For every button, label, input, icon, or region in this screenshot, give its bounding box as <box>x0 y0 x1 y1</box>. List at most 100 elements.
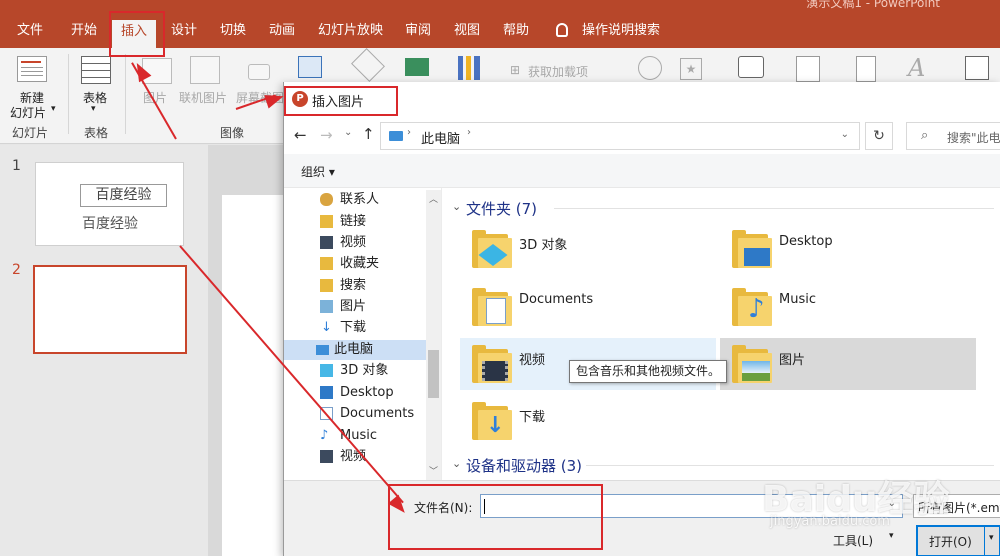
split-divider <box>984 525 985 556</box>
chevron-down-icon[interactable]: ⌄ <box>841 129 849 140</box>
tooltip: 包含音乐和其他视频文件。 <box>569 360 728 383</box>
separator <box>68 54 69 134</box>
shapes-icon[interactable] <box>351 48 385 82</box>
collapse-icon[interactable]: ⌄ <box>452 200 461 213</box>
tab-home[interactable]: 开始 <box>71 12 97 48</box>
tab-animations[interactable]: 动画 <box>269 12 295 48</box>
folder-documents[interactable]: Documents <box>519 292 593 307</box>
chevron-down-icon[interactable]: ▾ <box>889 531 894 541</box>
link-icon[interactable] <box>638 56 662 80</box>
video-icon <box>320 236 333 249</box>
window-title: 演示文稿1 - PowerPoint <box>806 0 940 10</box>
section-folders[interactable]: 文件夹 (7) <box>466 198 537 219</box>
folder-downloads-icon[interactable]: ↓ <box>472 402 512 440</box>
addins-icon[interactable]: ⊞ <box>510 63 520 77</box>
star-folder-icon <box>320 257 333 270</box>
forward-arrow-icon[interactable]: → <box>320 126 333 144</box>
video-icon <box>320 450 333 463</box>
chevron-right-icon: › <box>407 127 411 138</box>
folder-desktop[interactable]: Desktop <box>779 234 833 249</box>
tab-view[interactable]: 视图 <box>454 12 480 48</box>
chevron-down-icon[interactable]: ▾ <box>51 104 56 114</box>
navigation-pane: 联系人 链接 视频 收藏夹 搜索 图片 ↓ 下载 此电脑 3D 对象 Deskto… <box>284 188 442 480</box>
recent-locations-icon[interactable]: ⌄ <box>344 127 352 138</box>
open-button[interactable]: 打开(O) ▾ <box>916 525 1000 556</box>
tools-button[interactable]: 工具(L) <box>833 532 873 549</box>
annotation-box-insert-tab <box>109 11 165 57</box>
watermark-url: jingyan.baidu.com <box>770 514 890 529</box>
slide-number-2: 2 <box>12 262 21 278</box>
back-arrow-icon[interactable]: ← <box>294 126 307 144</box>
address-row: ← → ⌄ ↑ › 此电脑 › ⌄ ↻ ⌕ 搜索"此电脑" <box>284 118 1000 154</box>
folder-pictures[interactable]: 图片 <box>779 349 805 368</box>
scroll-thumb[interactable] <box>428 350 439 398</box>
refresh-icon[interactable]: ↻ <box>865 122 893 150</box>
open-button-label: 打开(O) <box>929 535 972 549</box>
online-picture-icon[interactable] <box>190 56 220 84</box>
section-devices[interactable]: 设备和驱动器 (3) <box>466 455 582 476</box>
wordart-icon[interactable]: A <box>908 54 932 82</box>
tab-transitions[interactable]: 切换 <box>220 12 246 48</box>
folder-3d-objects[interactable]: 3D 对象 <box>519 234 567 253</box>
cube-icon <box>320 364 333 377</box>
folder-music[interactable]: Music <box>779 292 816 307</box>
collapse-icon[interactable]: ⌄ <box>452 457 461 470</box>
slide-canvas[interactable] <box>222 195 292 556</box>
contacts-icon <box>320 193 333 206</box>
header-footer-icon[interactable] <box>856 56 876 82</box>
section-divider <box>554 208 994 209</box>
tab-review[interactable]: 审阅 <box>405 12 431 48</box>
photo-album-icon[interactable] <box>298 56 322 78</box>
smartart-icon[interactable] <box>405 58 429 76</box>
folder-icon <box>320 215 333 228</box>
up-arrow-icon[interactable]: ↑ <box>362 125 375 143</box>
search-folder-icon <box>320 279 333 292</box>
computer-icon <box>389 131 403 141</box>
tab-help[interactable]: 帮助 <box>503 12 529 48</box>
folder-downloads[interactable]: 下载 <box>519 406 545 425</box>
new-slide-icon[interactable] <box>17 56 47 82</box>
action-icon[interactable]: ★ <box>680 58 702 80</box>
group-label-tables: 表格 <box>84 126 109 140</box>
chevron-down-icon[interactable]: ▾ <box>91 104 96 114</box>
address-bar[interactable]: › 此电脑 › ⌄ <box>380 122 860 150</box>
tell-me-search[interactable]: 操作说明搜索 <box>582 12 660 48</box>
slide-thumbnail-2[interactable] <box>33 265 187 354</box>
picture-icon <box>320 300 333 313</box>
folder-videos[interactable]: 视频 <box>519 349 545 368</box>
group-label-slides: 幻灯片 <box>12 126 49 140</box>
camera-icon[interactable] <box>248 64 270 80</box>
scroll-up-icon[interactable]: ︿ <box>429 192 438 205</box>
music-icon: ♪ <box>320 428 329 443</box>
slide-thumbnail-1[interactable]: 百度经验 百度经验 <box>35 162 184 246</box>
address-location: 此电脑 <box>421 132 461 147</box>
chevron-down-icon[interactable]: ▾ <box>989 533 994 543</box>
chart-icon[interactable] <box>458 56 480 80</box>
folder-videos-icon[interactable] <box>472 345 512 383</box>
date-time-icon[interactable] <box>965 56 989 80</box>
search-box[interactable]: ⌕ 搜索"此电脑" <box>906 122 1000 150</box>
tab-file[interactable]: 文件 <box>17 12 43 48</box>
search-icon: ⌕ <box>921 128 929 143</box>
tab-slideshow[interactable]: 幻灯片放映 <box>318 12 383 48</box>
textbox-icon[interactable] <box>796 56 820 82</box>
get-addins-label[interactable]: 获取加载项 <box>528 63 588 80</box>
search-placeholder: 搜索"此电脑" <box>947 131 1000 145</box>
computer-icon <box>316 345 329 355</box>
organize-button[interactable]: 组织 ▾ <box>301 163 335 180</box>
online-picture-label[interactable]: 联机图片 <box>179 89 227 106</box>
tab-design[interactable]: 设计 <box>171 12 197 48</box>
nav-item-this-pc[interactable]: 此电脑 <box>284 340 426 360</box>
folder-desktop-icon[interactable] <box>732 230 772 268</box>
comment-icon[interactable] <box>738 56 764 78</box>
nav-scrollbar[interactable]: ︿ ﹀ <box>426 190 441 480</box>
folder-documents-icon[interactable] <box>472 288 512 326</box>
table-icon[interactable] <box>81 56 111 84</box>
lightbulb-icon <box>556 23 568 37</box>
folder-3d-objects-icon[interactable] <box>472 230 512 268</box>
scroll-down-icon[interactable]: ﹀ <box>429 464 438 477</box>
new-slide-label-2[interactable]: 幻灯片 <box>10 104 46 121</box>
group-label-images: 图像 <box>220 126 245 140</box>
folder-pictures-icon[interactable] <box>732 345 772 383</box>
folder-music-icon[interactable]: ♪ <box>732 288 772 326</box>
